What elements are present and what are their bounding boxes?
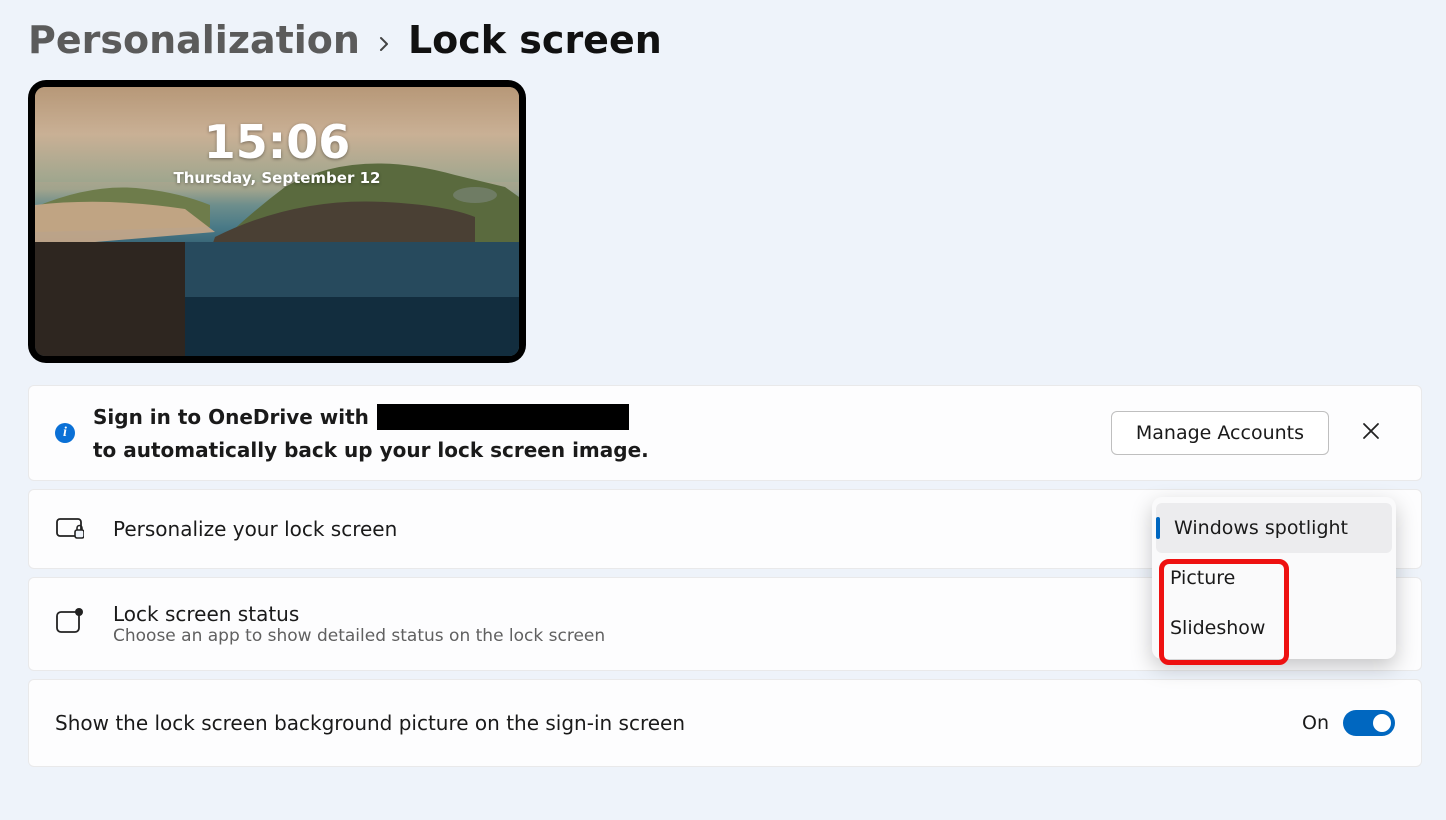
preview-date: Thursday, September 12	[174, 169, 381, 187]
banner-prefix: Sign in to OneDrive with	[93, 405, 369, 429]
info-icon: i	[55, 423, 75, 443]
dropdown-option-picture[interactable]: Picture	[1152, 553, 1396, 603]
toggle-state-text: On	[1302, 712, 1329, 734]
breadcrumb-current: Lock screen	[408, 18, 662, 62]
chevron-right-icon	[376, 30, 392, 58]
dropdown-option-spotlight[interactable]: Windows spotlight	[1156, 503, 1392, 553]
manage-accounts-button[interactable]: Manage Accounts	[1111, 411, 1329, 455]
personalize-dropdown: Windows spotlight Picture Slideshow	[1152, 497, 1396, 659]
monitor-lock-icon	[55, 514, 85, 544]
breadcrumb-parent[interactable]: Personalization	[28, 18, 360, 62]
banner-suffix: to automatically back up your lock scree…	[93, 438, 649, 462]
close-icon[interactable]	[1347, 421, 1395, 446]
app-badge-icon	[55, 606, 85, 636]
signin-bg-label: Show the lock screen background picture …	[55, 711, 1302, 735]
lock-screen-preview[interactable]: 15:06 Thursday, September 12	[28, 80, 526, 363]
banner-text: Sign in to OneDrive with to automaticall…	[93, 404, 1093, 462]
onedrive-banner: i Sign in to OneDrive with to automatica…	[28, 385, 1422, 481]
signin-bg-toggle[interactable]	[1343, 710, 1395, 736]
breadcrumb: Personalization Lock screen	[28, 18, 1422, 62]
status-subtitle: Choose an app to show detailed status on…	[113, 626, 1327, 646]
signin-bg-card: Show the lock screen background picture …	[28, 679, 1422, 767]
redacted-email	[377, 404, 629, 430]
dropdown-option-slideshow[interactable]: Slideshow	[1152, 603, 1396, 653]
status-title: Lock screen status	[113, 602, 1327, 626]
preview-time: 15:06	[204, 115, 350, 169]
